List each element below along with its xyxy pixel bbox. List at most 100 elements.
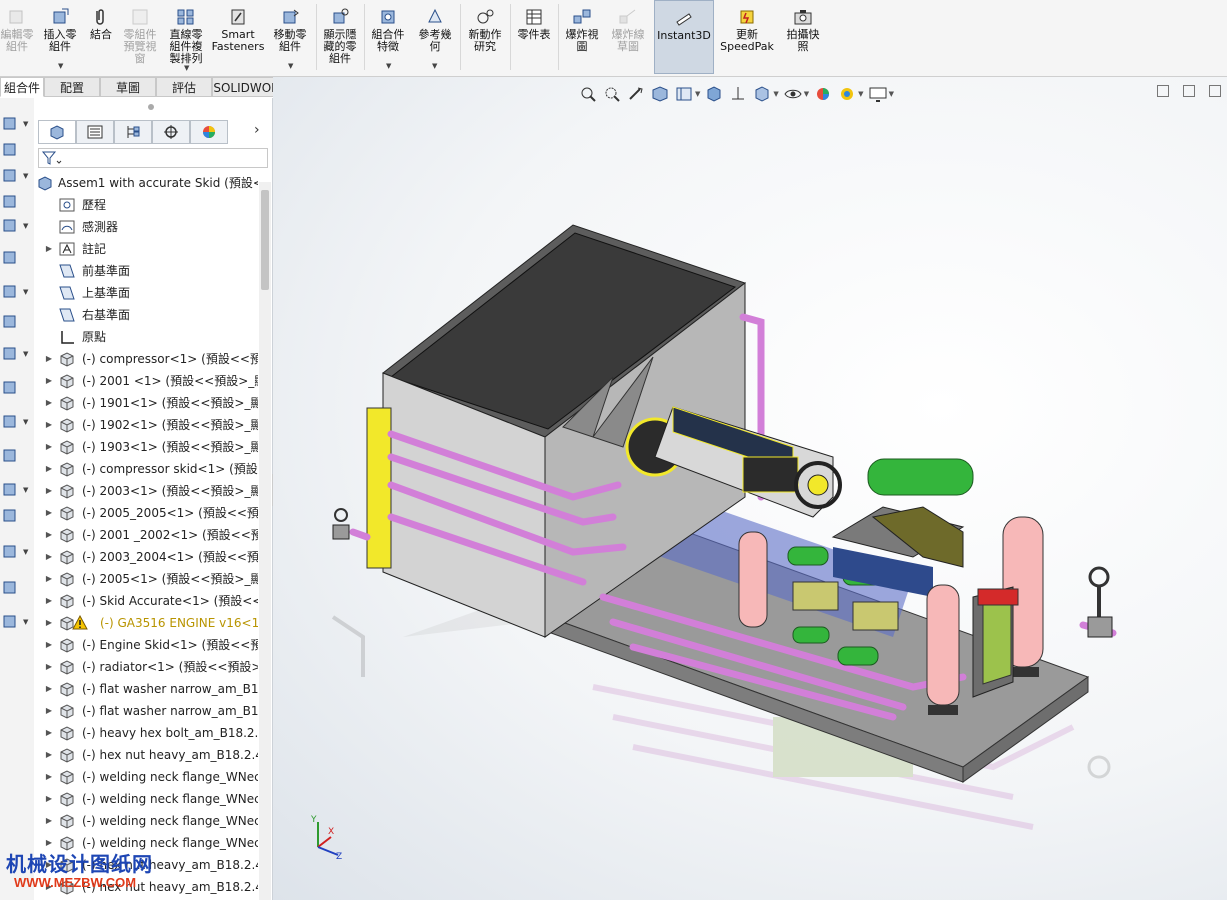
chevron-right-icon[interactable]: ▶ bbox=[44, 634, 54, 656]
reference-icon[interactable] bbox=[2, 314, 18, 330]
tree-node[interactable]: ▶ (-) 1901<1> (預設<<預設>_顯示 bbox=[34, 392, 258, 414]
chevron-right-icon[interactable]: ▶ bbox=[44, 458, 54, 480]
tree-node[interactable]: ▶ (-) heavy hex bolt_am_B18.2.3.6 bbox=[34, 722, 258, 744]
assembly-icon[interactable] bbox=[2, 116, 18, 132]
chevron-down-icon[interactable]: ▼ bbox=[386, 60, 391, 72]
tree-node[interactable]: ▶ (-) flat washer narrow_am_B18.2 bbox=[34, 678, 258, 700]
edit-component-button[interactable]: 編輯零 組件 bbox=[0, 0, 34, 74]
explode-icon[interactable] bbox=[2, 414, 18, 430]
feature-tree-filter[interactable] bbox=[38, 148, 268, 168]
tree-node[interactable]: 歷程 bbox=[34, 194, 258, 216]
tree-node[interactable]: 原點 bbox=[34, 326, 258, 348]
chevron-down-icon[interactable]: ▼ bbox=[23, 486, 28, 494]
move-component-button[interactable]: 移動零 組件 ▼ bbox=[268, 0, 312, 74]
tab-feature-manager[interactable] bbox=[38, 120, 76, 144]
instant3d-button[interactable]: Instant3D bbox=[654, 0, 714, 74]
graphics-area[interactable]: ▼ ▼ ▼ ▼ ▼ Y X Z bbox=[273, 77, 1227, 900]
tree-node[interactable]: ▶ (-) GA3516 ENGINE v16<1 bbox=[34, 612, 258, 634]
mate-button[interactable]: 結合 bbox=[86, 0, 116, 74]
speedpak-icon[interactable] bbox=[2, 448, 18, 464]
chevron-right-icon[interactable]: ▶ bbox=[44, 414, 54, 436]
chevron-right-icon[interactable]: ▶ bbox=[44, 392, 54, 414]
tab-configuration-manager[interactable] bbox=[114, 120, 152, 144]
tree-node[interactable]: ▶ (-) 2005<1> (預設<<預設>_顯示 bbox=[34, 568, 258, 590]
component-preview-window-button[interactable]: 零組件 預覽視 窗 bbox=[118, 0, 162, 74]
chevron-right-icon[interactable]: ▶ bbox=[44, 524, 54, 546]
show-hidden-components-button[interactable]: 顯示隱 藏的零 組件 bbox=[318, 0, 362, 74]
chevron-right-icon[interactable]: ▶ bbox=[44, 480, 54, 502]
tab-assembly[interactable]: 組合件 bbox=[0, 77, 44, 97]
take-snapshot-button[interactable]: 拍攝快 照 bbox=[780, 0, 826, 74]
update-speedpak-button[interactable]: 更新 SpeedPak bbox=[718, 0, 776, 74]
smart-fasteners-button[interactable]: Smart Fasteners bbox=[210, 0, 266, 74]
chevron-right-icon[interactable]: ▶ bbox=[44, 502, 54, 524]
tab-sketch[interactable]: 草圖 bbox=[100, 77, 156, 97]
bom-icon[interactable] bbox=[2, 380, 18, 396]
measure-icon[interactable] bbox=[2, 614, 18, 630]
tree-node[interactable]: 右基準面 bbox=[34, 304, 258, 326]
tree-node[interactable]: ▶ (-) 2005_2005<1> (預設<<預設 bbox=[34, 502, 258, 524]
tree-node[interactable]: ▶ (-) 2003<1> (預設<<預設>_顯示 bbox=[34, 480, 258, 502]
chevron-down-icon[interactable]: ▼ bbox=[23, 548, 28, 556]
chevron-down-icon[interactable]: ▼ bbox=[288, 60, 293, 72]
snapshot-icon[interactable] bbox=[2, 482, 18, 498]
chevron-down-icon[interactable]: ▼ bbox=[23, 120, 28, 128]
chevron-right-icon[interactable]: ▶ bbox=[44, 590, 54, 612]
chevron-right-icon[interactable]: ▶ bbox=[44, 238, 54, 260]
collision-icon[interactable] bbox=[2, 508, 18, 524]
explode-line-sketch-button[interactable]: 爆炸線 草圖 bbox=[606, 0, 650, 74]
tree-node[interactable]: ▶ (-) hex nut heavy_am_B18.2.4.6 bbox=[34, 744, 258, 766]
chevron-right-icon[interactable]: › bbox=[254, 122, 260, 138]
tree-node[interactable]: ▶ (-) welding neck flange_WNeck bbox=[34, 766, 258, 788]
tree-node[interactable]: ▶ (-) Skid Accurate<1> (預設<<預 bbox=[34, 590, 258, 612]
chevron-right-icon[interactable]: ▶ bbox=[44, 788, 54, 810]
chevron-right-icon[interactable]: ▶ bbox=[44, 546, 54, 568]
pattern-icon[interactable] bbox=[2, 168, 18, 184]
tab-layout[interactable]: 配置 bbox=[44, 77, 100, 97]
chevron-right-icon[interactable]: ▶ bbox=[44, 656, 54, 678]
tree-node[interactable]: ▶ (-) 2001 <1> (預設<<預設>_顯示 bbox=[34, 370, 258, 392]
chevron-right-icon[interactable]: ▶ bbox=[44, 436, 54, 458]
chevron-down-icon[interactable]: ▼ bbox=[23, 350, 28, 358]
tab-evaluate[interactable]: 評估 bbox=[156, 77, 212, 97]
chevron-right-icon[interactable]: ▶ bbox=[44, 722, 54, 744]
tree-node[interactable]: 感測器 bbox=[34, 216, 258, 238]
chevron-right-icon[interactable]: ▶ bbox=[44, 810, 54, 832]
motion-icon[interactable] bbox=[2, 346, 18, 362]
tree-node[interactable]: ▶ (-) 1902<1> (預設<<預設>_顯示 bbox=[34, 414, 258, 436]
interference-icon[interactable] bbox=[2, 544, 18, 560]
chevron-right-icon[interactable]: ▶ bbox=[44, 348, 54, 370]
chevron-down-icon[interactable]: ▼ bbox=[23, 288, 28, 296]
clearance-icon[interactable] bbox=[2, 580, 18, 596]
tree-node[interactable]: ▶ (-) compressor<1> (預設<<預設 bbox=[34, 348, 258, 370]
assembly-features-button[interactable]: 組合件 特徵 ▼ bbox=[366, 0, 410, 74]
bill-of-materials-button[interactable]: 零件表 bbox=[512, 0, 556, 74]
tree-node[interactable]: ▶ (-) flat washer narrow_am_B18.2 bbox=[34, 700, 258, 722]
scrollbar-thumb[interactable] bbox=[261, 190, 269, 290]
tree-node[interactable]: ▶ 註記 bbox=[34, 238, 258, 260]
chevron-right-icon[interactable]: ▶ bbox=[44, 612, 54, 634]
chevron-down-icon[interactable]: ▼ bbox=[432, 60, 437, 72]
feature-icon[interactable] bbox=[2, 284, 18, 300]
chevron-right-icon[interactable]: ▶ bbox=[44, 370, 54, 392]
tree-node[interactable]: ▶ (-) 2003_2004<1> (預設<<預設 bbox=[34, 546, 258, 568]
tab-dimxpert-manager[interactable] bbox=[152, 120, 190, 144]
fastener-icon[interactable] bbox=[2, 194, 18, 210]
tree-node[interactable]: ▶ (-) compressor skid<1> (預設< bbox=[34, 458, 258, 480]
tree-node[interactable]: ▶ (-) 1903<1> (預設<<預設>_顯示 bbox=[34, 436, 258, 458]
chevron-down-icon[interactable]: ▼ bbox=[23, 172, 28, 180]
tree-node[interactable]: 上基準面 bbox=[34, 282, 258, 304]
move-icon[interactable] bbox=[2, 218, 18, 234]
tree-node[interactable]: ▶ (-) 2001 _2002<1> (預設<<預設 bbox=[34, 524, 258, 546]
chevron-right-icon[interactable]: ▶ bbox=[44, 766, 54, 788]
chevron-right-icon[interactable]: ▶ bbox=[44, 700, 54, 722]
linear-component-pattern-button[interactable]: 直線零 組件複 製排列 ▼ bbox=[164, 0, 208, 74]
chevron-down-icon[interactable]: ▼ bbox=[184, 62, 189, 74]
hide-icon[interactable] bbox=[2, 250, 18, 266]
chevron-down-icon[interactable]: ▼ bbox=[23, 418, 28, 426]
exploded-view-button[interactable]: 爆炸視 圖 bbox=[560, 0, 604, 74]
chevron-down-icon[interactable]: ▼ bbox=[23, 222, 28, 230]
chevron-right-icon[interactable]: ▶ bbox=[44, 568, 54, 590]
tree-node[interactable]: ▶ (-) welding neck flange_WNeck bbox=[34, 810, 258, 832]
tree-node[interactable]: ▶ (-) radiator<1> (預設<<預設>_ bbox=[34, 656, 258, 678]
